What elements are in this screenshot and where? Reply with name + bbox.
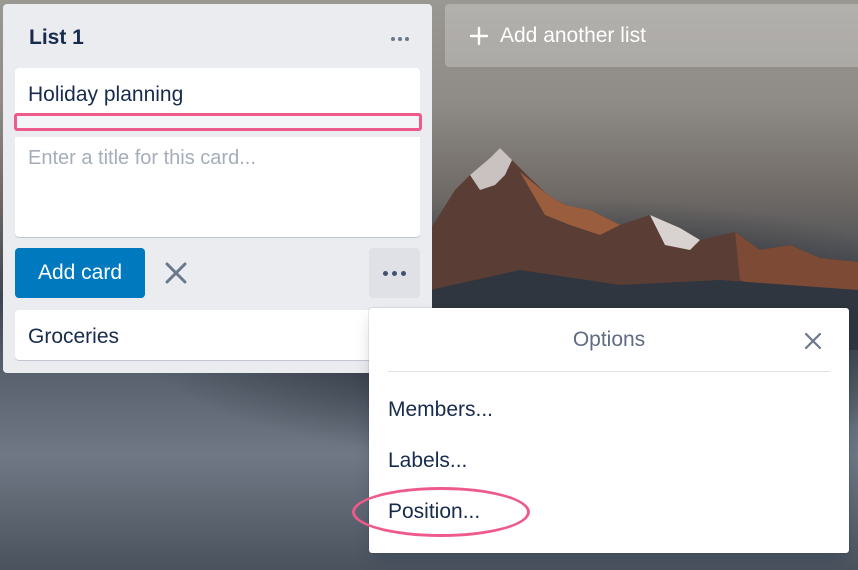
more-horizontal-icon-dot xyxy=(405,37,409,41)
position-highlight-ellipse xyxy=(352,487,530,537)
list-column: List 1 Holiday planning xyxy=(3,4,432,373)
card-title: Holiday planning xyxy=(28,83,184,106)
menu-item-members[interactable]: Members... xyxy=(388,398,493,422)
plus-icon xyxy=(469,26,489,45)
card-holiday-planning[interactable]: Holiday planning xyxy=(15,68,420,118)
list-menu-button[interactable] xyxy=(383,26,417,52)
drop-placeholder-highlight xyxy=(14,113,422,131)
close-icon[interactable] xyxy=(803,331,823,351)
popover-divider xyxy=(388,371,830,372)
list-title[interactable]: List 1 xyxy=(29,26,84,50)
popover-title: Options xyxy=(572,328,646,351)
add-another-list-button[interactable]: Add another list xyxy=(445,4,858,67)
menu-item-labels[interactable]: Labels... xyxy=(388,449,467,473)
more-horizontal-icon xyxy=(391,37,395,41)
more-horizontal-icon-dot xyxy=(398,37,402,41)
add-another-list-label: Add another list xyxy=(500,23,646,47)
